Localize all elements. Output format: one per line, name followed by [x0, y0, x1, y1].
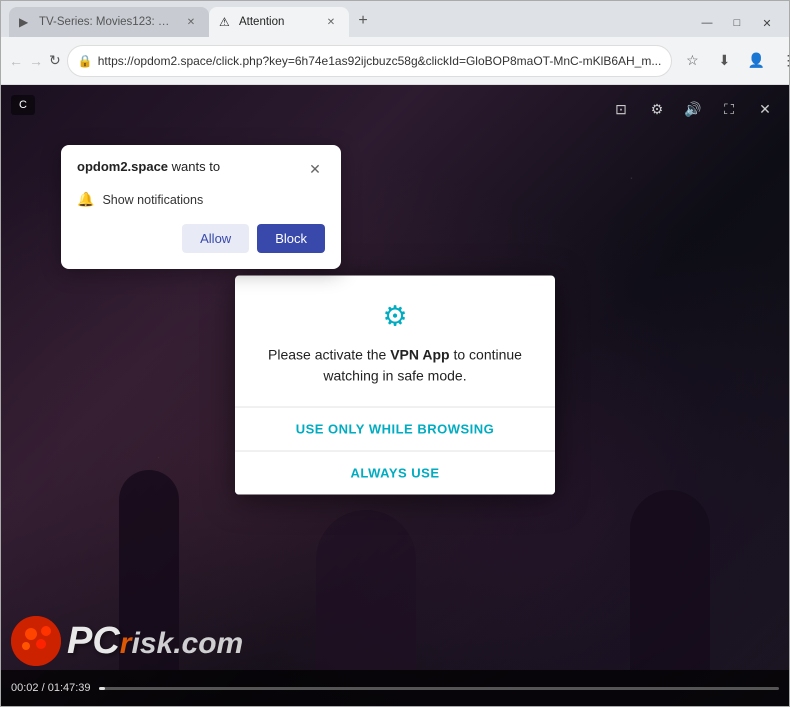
popup-domain: opdom2.space — [77, 159, 168, 174]
video-time-display: 00:02 / 01:47:39 — [11, 682, 91, 694]
video-current-time: 00:02 — [11, 682, 39, 694]
tab1-favicon: ▶ — [19, 15, 33, 29]
browser-window: ▶ TV-Series: Movies123: Watch T... ✕ ⚠ A… — [0, 0, 790, 707]
pcrisk-watermark: PC risk.com — [11, 616, 243, 666]
settings-icon[interactable]: ⚙ — [643, 95, 671, 123]
bell-icon: 🔔 — [77, 191, 94, 208]
tab-bar: ▶ TV-Series: Movies123: Watch T... ✕ ⚠ A… — [1, 1, 789, 37]
minimize-button[interactable]: — — [693, 13, 721, 33]
video-progress-fill — [99, 687, 106, 690]
popup-title-suffix: wants to — [168, 159, 220, 174]
pcrisk-domain-text: risk.com — [120, 627, 243, 661]
popup-close-button[interactable]: ✕ — [305, 159, 325, 179]
notification-label: Show notifications — [102, 193, 203, 207]
video-top-controls: ⊡ ⚙ 🔊 ⛶ ✕ — [607, 95, 779, 123]
download-button[interactable]: ⬇ — [710, 47, 738, 75]
refresh-button[interactable]: ↻ — [49, 47, 61, 75]
url-secure-icon: 🔒 — [78, 54, 92, 68]
tab-attention[interactable]: ⚠ Attention ✕ — [209, 7, 349, 37]
video-controls-bar: 00:02 / 01:47:39 — [1, 670, 789, 706]
silhouette-2 — [630, 490, 710, 670]
silhouette-3 — [316, 510, 416, 670]
pcrisk-pc-text: PC — [67, 620, 120, 663]
vpn-gear-icon: ⚙ — [255, 299, 535, 332]
pcrisk-text-container: PC risk.com — [67, 620, 243, 663]
volume-icon[interactable]: 🔊 — [679, 95, 707, 123]
popup-header: opdom2.space wants to ✕ — [77, 159, 325, 179]
video-total-time: 01:47:39 — [48, 682, 91, 694]
tab2-title: Attention — [239, 16, 317, 28]
content-area: C ⊡ ⚙ 🔊 ⛶ ✕ ⚙ Please activate the VPN Ap… — [1, 85, 789, 706]
pcrisk-logo-svg — [11, 616, 61, 666]
new-tab-button[interactable]: + — [349, 7, 377, 35]
notification-popup: opdom2.space wants to ✕ 🔔 Show notificat… — [61, 145, 341, 269]
pcrisk-logo — [11, 616, 61, 666]
back-button[interactable]: ← — [9, 47, 23, 75]
tab-section: ▶ TV-Series: Movies123: Watch T... ✕ ⚠ A… — [9, 7, 693, 37]
tab2-favicon: ⚠ — [219, 15, 233, 29]
bookmark-button[interactable]: ☆ — [678, 47, 706, 75]
close-video-icon[interactable]: ✕ — [751, 95, 779, 123]
video-progress-bar[interactable] — [99, 687, 779, 690]
menu-button[interactable]: ⋮ — [774, 47, 790, 75]
video-top-label: C — [11, 95, 35, 115]
tab-tv-series[interactable]: ▶ TV-Series: Movies123: Watch T... ✕ — [9, 7, 209, 37]
popup-title: opdom2.space wants to — [77, 159, 220, 174]
maximize-button[interactable]: □ — [723, 13, 751, 33]
monitor-icon[interactable]: ⊡ — [607, 95, 635, 123]
vpn-modal: ⚙ Please activate the VPN App to continu… — [235, 275, 555, 494]
vpn-modal-text: Please activate the VPN App to continue … — [255, 344, 535, 386]
profile-button[interactable]: 👤 — [742, 47, 770, 75]
vpn-use-while-browsing-button[interactable]: USE ONLY WHILE BROWSING — [235, 407, 555, 450]
forward-button[interactable]: → — [29, 47, 43, 75]
address-bar: ← → ↻ 🔒 https://opdom2.space/click.php?k… — [1, 37, 789, 85]
allow-button[interactable]: Allow — [182, 224, 249, 253]
window-controls: — □ ✕ — [693, 13, 781, 33]
popup-buttons: Allow Block — [77, 224, 325, 253]
tab1-title: TV-Series: Movies123: Watch T... — [39, 16, 177, 28]
tab1-close[interactable]: ✕ — [183, 14, 199, 30]
url-text: https://opdom2.space/click.php?key=6h74e… — [98, 54, 662, 68]
block-button[interactable]: Block — [257, 224, 325, 253]
address-actions: ☆ ⬇ 👤 ⋮ — [678, 47, 790, 75]
vpn-modal-body: ⚙ Please activate the VPN App to continu… — [235, 275, 555, 406]
url-bar[interactable]: 🔒 https://opdom2.space/click.php?key=6h7… — [67, 45, 673, 77]
popup-notification-row: 🔔 Show notifications — [77, 189, 325, 210]
close-button[interactable]: ✕ — [753, 13, 781, 33]
tab2-close[interactable]: ✕ — [323, 14, 339, 30]
fullscreen-icon[interactable]: ⛶ — [715, 95, 743, 123]
vpn-always-use-button[interactable]: ALWAYS USE — [235, 451, 555, 494]
